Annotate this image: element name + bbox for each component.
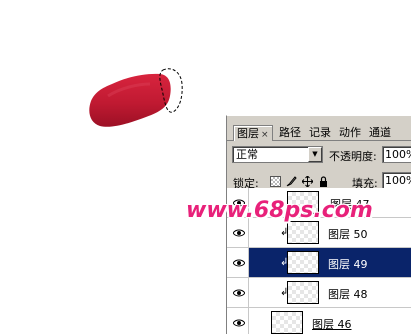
visibility-toggle[interactable]	[227, 278, 249, 307]
blend-mode-value: 正常	[236, 148, 258, 161]
tab-paths-label: 路径	[279, 126, 301, 139]
site-watermark: www.68ps.com	[186, 198, 373, 223]
lock-icon[interactable]	[318, 176, 329, 187]
visibility-toggle[interactable]	[227, 308, 249, 334]
layer-row[interactable]: ↲ 图层 48	[227, 278, 411, 308]
chevron-down-icon[interactable]: ▼	[308, 147, 322, 162]
tab-history-label: 记录	[309, 126, 331, 139]
tab-paths[interactable]: 路径	[277, 125, 303, 141]
tab-channels[interactable]: 通道	[367, 125, 393, 141]
tab-actions[interactable]: 动作	[337, 125, 363, 141]
visibility-toggle[interactable]	[227, 248, 249, 277]
layer-name: 图层 46	[312, 318, 352, 331]
layer-name: 图层 48	[328, 288, 368, 301]
eye-icon	[233, 229, 245, 237]
move-icon[interactable]	[301, 175, 314, 188]
layer-thumbnail	[287, 221, 319, 244]
red-capsule-shape	[89, 73, 171, 127]
fill-input[interactable]: 100%	[382, 172, 411, 189]
brush-icon[interactable]	[286, 176, 297, 187]
eye-icon	[233, 259, 245, 267]
panel-tabbar: 图层 × 路径 记录 动作 通道	[227, 116, 411, 141]
tab-channels-label: 通道	[369, 126, 391, 139]
opacity-label: 不透明度:	[329, 150, 377, 163]
layer-name: 图层 49	[328, 258, 368, 271]
eye-icon	[233, 319, 245, 327]
layer-name: 图层 50	[328, 228, 368, 241]
tab-actions-label: 动作	[339, 126, 361, 139]
tab-layers-label: 图层	[237, 127, 259, 140]
close-icon[interactable]: ×	[261, 130, 269, 140]
lock-transparency-icon[interactable]	[270, 176, 281, 187]
layer-thumbnail	[287, 281, 319, 304]
blend-mode-select[interactable]: 正常 ▼	[232, 146, 323, 163]
eye-icon	[233, 289, 245, 297]
layer-row-selected[interactable]: ↲ 图层 49	[227, 248, 411, 278]
tab-layers[interactable]: 图层 ×	[233, 125, 273, 141]
layer-row[interactable]: 图层 46	[227, 308, 411, 334]
layers-panel: 图层× 路径 记录 动作 通道 正常 ▼ 不透明度: 100% 锁定:	[226, 115, 411, 334]
opacity-input[interactable]: 100%	[382, 146, 411, 163]
blend-row: 正常 ▼ 不透明度: 100%	[227, 144, 411, 166]
layer-thumbnail	[271, 311, 303, 334]
tab-history[interactable]: 记录	[307, 125, 333, 141]
photoshop-workspace: 图层× 路径 记录 动作 通道 正常 ▼ 不透明度: 100% 锁定:	[0, 0, 411, 334]
layer-thumbnail	[287, 251, 319, 274]
